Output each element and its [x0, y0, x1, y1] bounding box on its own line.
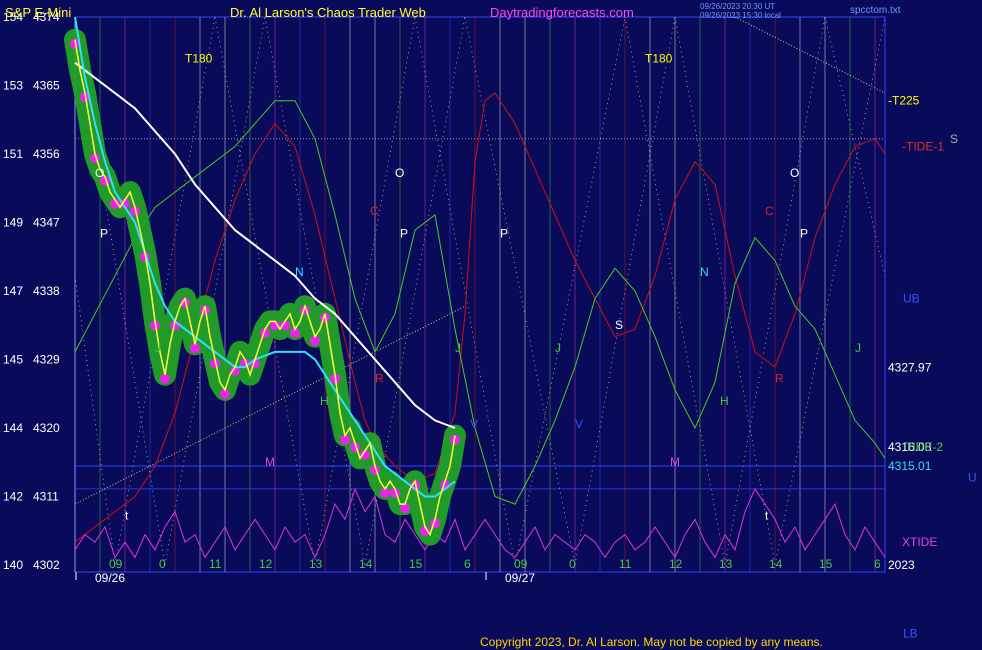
- x-hour-label: 15: [819, 557, 833, 571]
- x-date-label: 09/26: [95, 571, 125, 585]
- x-hour-label: 14: [769, 557, 783, 571]
- planet-marker: T180: [185, 52, 213, 66]
- timestamp-ut: 09/26/2023 20:30 UT: [700, 2, 776, 11]
- planet-marker: V: [470, 417, 478, 431]
- x-hour-label: 12: [669, 557, 683, 571]
- right-level-label: 4327.97: [888, 360, 932, 374]
- emblem-dot: [190, 343, 200, 354]
- right-level-label: XTIDE: [902, 535, 937, 549]
- x-date-label: 09/27: [505, 571, 535, 585]
- y-label-price: 4338: [33, 284, 60, 298]
- planet-marker: C: [370, 204, 379, 218]
- y-label-left: 140: [3, 558, 23, 572]
- planet-marker: O: [790, 166, 799, 180]
- planet-marker: P: [500, 227, 508, 241]
- timestamp-local: 09/26/2023 15:30 local: [700, 11, 781, 20]
- x-hour-label: 0: [159, 557, 166, 571]
- planet-marker: C: [765, 204, 774, 218]
- y-label-left: 142: [3, 490, 23, 504]
- planet-marker: H: [720, 394, 729, 408]
- x-hour-label: 13: [719, 557, 733, 571]
- page-title: Dr. Al Larson's Chaos Trader Web: [230, 5, 426, 20]
- planet-marker: N: [700, 265, 709, 279]
- y-label-left: 153: [3, 79, 23, 93]
- y-label-price: 4347: [33, 216, 60, 230]
- y-label-price: 4329: [33, 353, 60, 367]
- data-file-name: spcctom.txt: [850, 5, 901, 16]
- planet-marker: J: [555, 341, 561, 355]
- planet-marker: M: [265, 455, 275, 469]
- y-label-price: 4365: [33, 79, 60, 93]
- y-label-left: 151: [3, 147, 23, 161]
- y-label-price: 4302: [33, 558, 60, 572]
- right-level-label: LB: [903, 627, 918, 641]
- planet-marker: M: [670, 455, 680, 469]
- y-label-left: 147: [3, 284, 23, 298]
- planet-marker: J: [155, 341, 161, 355]
- planet-marker: R: [775, 371, 784, 385]
- right-level-label: S: [950, 132, 958, 146]
- right-level-label: 4315.01: [888, 459, 932, 473]
- right-level-label: U: [968, 470, 977, 484]
- planet-marker: V: [575, 417, 583, 431]
- site-link[interactable]: Daytradingforecasts.com: [490, 5, 634, 20]
- planet-marker: P: [100, 227, 108, 241]
- planet-marker: S: [615, 318, 623, 332]
- x-hour-label: 6: [874, 557, 881, 571]
- x-hour-label: 0: [569, 557, 576, 571]
- planet-marker: P: [800, 227, 808, 241]
- x-hour-label: 11: [209, 557, 222, 571]
- x-hour-label: 13: [309, 557, 323, 571]
- planet-marker: N: [295, 265, 304, 279]
- planet-marker: J: [455, 341, 461, 355]
- right-level-label: -T225: [888, 94, 920, 108]
- instrument-name: S&P E-Mini: [5, 5, 72, 20]
- y-label-left: 145: [3, 353, 23, 367]
- y-label-left: 144: [3, 421, 23, 435]
- planet-marker: T180: [645, 52, 673, 66]
- planet-marker: O: [395, 166, 404, 180]
- y-label-price: 4356: [33, 147, 60, 161]
- x-hour-label: 11: [619, 557, 632, 571]
- x-hour-label: 14: [359, 557, 373, 571]
- planet-marker: J: [855, 341, 861, 355]
- y-label-price: 4311: [33, 490, 59, 504]
- right-level-label: TIDE-2: [905, 440, 943, 454]
- planet-marker: P: [400, 227, 408, 241]
- right-level-label: 2023: [888, 558, 915, 572]
- x-hour-label: 09: [109, 557, 123, 571]
- y-label-left: 149: [3, 216, 23, 230]
- emblem-dot: [160, 373, 170, 384]
- right-level-label: -TIDE-1: [902, 139, 944, 153]
- right-level-label: UB: [903, 292, 920, 306]
- planet-marker: H: [320, 394, 329, 408]
- x-hour-label: 6: [464, 557, 471, 571]
- x-hour-label: 09: [514, 557, 528, 571]
- y-label-price: 4320: [33, 421, 60, 435]
- planet-marker: R: [375, 371, 384, 385]
- chart-canvas: 154 4374153 4365151 4356149 4347147 4338145 43…: [0, 0, 982, 650]
- planet-marker: O: [95, 166, 104, 180]
- x-hour-label: 12: [259, 557, 273, 571]
- copyright-notice: Copyright 2023, Dr. Al Larson. May not b…: [480, 635, 823, 649]
- x-hour-label: 15: [409, 557, 423, 571]
